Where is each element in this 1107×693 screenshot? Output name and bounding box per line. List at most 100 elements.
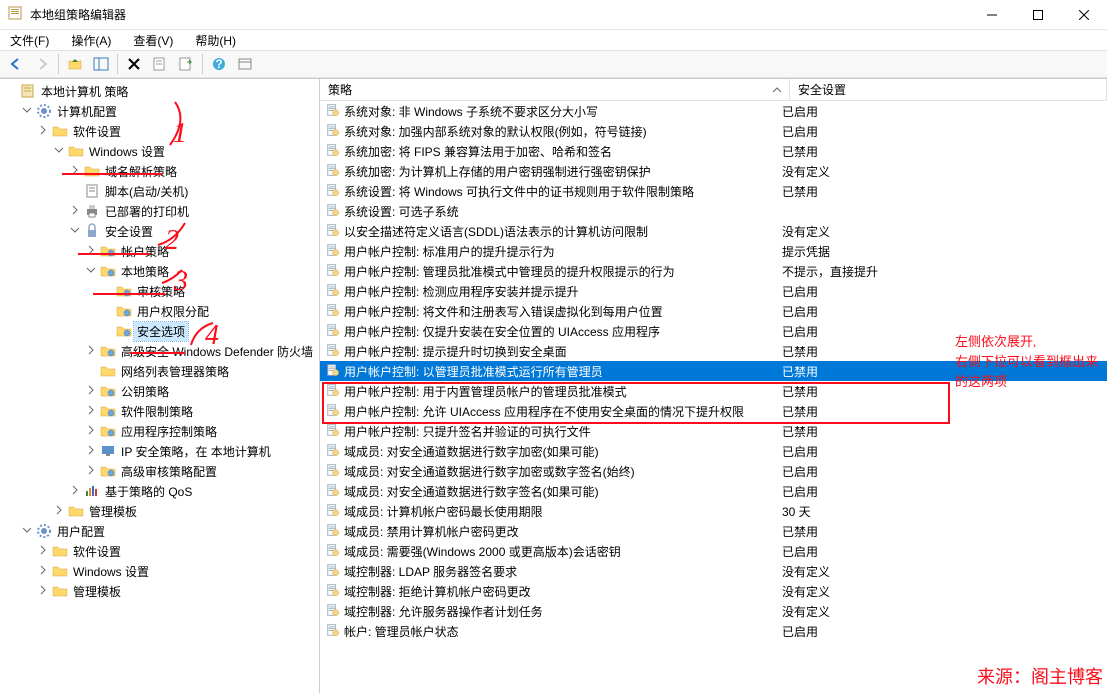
tree-node[interactable]: 域名解析策略 [0, 161, 319, 181]
policy-row[interactable]: 域成员: 禁用计算机帐户密码更改已禁用 [320, 521, 1107, 541]
policy-row[interactable]: 系统加密: 为计算机上存储的用户密钥强制进行强密钥保护没有定义 [320, 161, 1107, 181]
back-button[interactable] [4, 52, 28, 76]
list-body[interactable]: 系统对象: 非 Windows 子系统不要求区分大小写已启用系统对象: 加强内部… [320, 101, 1107, 693]
tree-node[interactable]: 高级审核策略配置 [0, 461, 319, 481]
tree-node[interactable]: 安全选项 [0, 321, 319, 341]
expand-toggle[interactable] [36, 565, 50, 578]
expand-toggle[interactable] [84, 465, 98, 478]
expand-toggle[interactable] [84, 405, 98, 418]
policy-row[interactable]: 域控制器: 拒绝计算机帐户密码更改没有定义 [320, 581, 1107, 601]
policy-row[interactable]: 用户帐户控制: 将文件和注册表写入错误虚拟化到每用户位置已启用 [320, 301, 1107, 321]
policy-row[interactable]: 域控制器: 允许服务器操作者计划任务没有定义 [320, 601, 1107, 621]
tree-node[interactable]: 本地计算机 策略 [0, 81, 319, 101]
policy-row[interactable]: 域控制器: LDAP 服务器签名要求没有定义 [320, 561, 1107, 581]
tree-node[interactable]: 网络列表管理器策略 [0, 361, 319, 381]
forward-button[interactable] [30, 52, 54, 76]
tree-node[interactable]: 计算机配置 [0, 101, 319, 121]
policy-row[interactable]: 用户帐户控制: 用于内置管理员帐户的管理员批准模式已禁用 [320, 381, 1107, 401]
expand-toggle[interactable] [20, 105, 34, 118]
policy-row[interactable]: 用户帐户控制: 只提升签名并验证的可执行文件已禁用 [320, 421, 1107, 441]
policy-row[interactable]: 系统对象: 非 Windows 子系统不要求区分大小写已启用 [320, 101, 1107, 121]
policy-row[interactable]: 域成员: 对安全通道数据进行数字签名(如果可能)已启用 [320, 481, 1107, 501]
tree-node[interactable]: 已部署的打印机 [0, 201, 319, 221]
policy-value: 没有定义 [782, 563, 1101, 580]
expand-toggle[interactable] [36, 585, 50, 598]
menu-action[interactable]: 操作(A) [67, 30, 115, 51]
expand-toggle[interactable] [52, 145, 66, 158]
minimize-button[interactable] [969, 0, 1015, 30]
policy-row[interactable]: 用户帐户控制: 检测应用程序安装并提示提升已启用 [320, 281, 1107, 301]
expand-toggle[interactable] [68, 485, 82, 498]
sort-indicator-icon [773, 86, 781, 94]
policy-row[interactable]: 帐户: 管理员帐户状态已启用 [320, 621, 1107, 641]
policy-value: 已禁用 [782, 423, 1101, 440]
tree-node[interactable]: IP 安全策略，在 本地计算机 [0, 441, 319, 461]
expand-toggle[interactable] [84, 265, 98, 278]
tree-node[interactable]: 审核策略 [0, 281, 319, 301]
tree-node[interactable]: 软件限制策略 [0, 401, 319, 421]
policy-row[interactable]: 系统对象: 加强内部系统对象的默认权限(例如，符号链接)已启用 [320, 121, 1107, 141]
expand-toggle[interactable] [68, 205, 82, 218]
tree-node[interactable]: 管理模板 [0, 581, 319, 601]
policy-row[interactable]: 域成员: 计算机帐户密码最长使用期限30 天 [320, 501, 1107, 521]
tree-node[interactable]: 用户权限分配 [0, 301, 319, 321]
policy-row[interactable]: 用户帐户控制: 允许 UIAccess 应用程序在不使用安全桌面的情况下提升权限… [320, 401, 1107, 421]
close-button[interactable] [1061, 0, 1107, 30]
policy-row[interactable]: 系统设置: 将 Windows 可执行文件中的证书规则用于软件限制策略已禁用 [320, 181, 1107, 201]
expand-toggle[interactable] [68, 165, 82, 178]
tree-node[interactable]: 基于策略的 QoS [0, 481, 319, 501]
expand-toggle[interactable] [20, 525, 34, 538]
expand-toggle[interactable] [84, 245, 98, 258]
help-button[interactable]: ? [207, 52, 231, 76]
menu-file[interactable]: 文件(F) [6, 30, 53, 51]
expand-toggle[interactable] [84, 385, 98, 398]
policy-row[interactable]: 用户帐户控制: 管理员批准模式中管理员的提升权限提示的行为不提示，直接提升 [320, 261, 1107, 281]
tree-node[interactable]: 管理模板 [0, 501, 319, 521]
expand-toggle[interactable] [84, 445, 98, 458]
policy-row[interactable]: 系统设置: 可选子系统 [320, 201, 1107, 221]
tree-node[interactable]: 本地策略 [0, 261, 319, 281]
column-setting[interactable]: 安全设置 [790, 79, 1107, 100]
tree-node[interactable]: 安全设置 [0, 221, 319, 241]
tree-label: 软件限制策略 [118, 402, 196, 421]
tree-label: 已部署的打印机 [102, 202, 192, 221]
menu-help[interactable]: 帮助(H) [191, 30, 240, 51]
tree-node[interactable]: Windows 设置 [0, 141, 319, 161]
expand-toggle[interactable] [68, 225, 82, 238]
export-button[interactable] [174, 52, 198, 76]
policy-row[interactable]: 用户帐户控制: 标准用户的提升提示行为提示凭据 [320, 241, 1107, 261]
policy-row[interactable]: 域成员: 对安全通道数据进行数字加密或数字签名(始终)已启用 [320, 461, 1107, 481]
expand-toggle[interactable] [84, 425, 98, 438]
expand-toggle[interactable] [36, 545, 50, 558]
policy-row[interactable]: 用户帐户控制: 提示提升时切换到安全桌面已禁用 [320, 341, 1107, 361]
menu-view[interactable]: 查看(V) [129, 30, 177, 51]
filter-button[interactable] [233, 52, 257, 76]
column-policy[interactable]: 策略 [320, 79, 790, 100]
policy-row[interactable]: 域成员: 需要强(Windows 2000 或更高版本)会话密钥已启用 [320, 541, 1107, 561]
show-hide-tree-button[interactable] [89, 52, 113, 76]
policy-name: 系统设置: 将 Windows 可执行文件中的证书规则用于软件限制策略 [344, 183, 694, 200]
tree-node[interactable]: 帐户策略 [0, 241, 319, 261]
tree-node[interactable]: 软件设置 [0, 541, 319, 561]
policy-row[interactable]: 域成员: 对安全通道数据进行数字加密(如果可能)已启用 [320, 441, 1107, 461]
expand-toggle[interactable] [36, 125, 50, 138]
policy-row[interactable]: 系统加密: 将 FIPS 兼容算法用于加密、哈希和签名已禁用 [320, 141, 1107, 161]
tree-node[interactable]: Windows 设置 [0, 561, 319, 581]
expand-toggle[interactable] [52, 505, 66, 518]
tree-node[interactable]: 应用程序控制策略 [0, 421, 319, 441]
policy-row[interactable]: 以安全描述符定义语言(SDDL)语法表示的计算机访问限制没有定义 [320, 221, 1107, 241]
delete-button[interactable] [122, 52, 146, 76]
tree-node[interactable]: 高级安全 Windows Defender 防火墙 [0, 341, 319, 361]
tree-node[interactable]: 公钥策略 [0, 381, 319, 401]
tree-label: 软件设置 [70, 122, 124, 141]
tree-node[interactable]: 用户配置 [0, 521, 319, 541]
tree-node[interactable]: 脚本(启动/关机) [0, 181, 319, 201]
policy-row[interactable]: 用户帐户控制: 以管理员批准模式运行所有管理员已禁用 [320, 361, 1107, 381]
maximize-button[interactable] [1015, 0, 1061, 30]
properties-button[interactable] [148, 52, 172, 76]
tree-node[interactable]: 软件设置 [0, 121, 319, 141]
policy-row[interactable]: 用户帐户控制: 仅提升安装在安全位置的 UIAccess 应用程序已启用 [320, 321, 1107, 341]
up-button[interactable] [63, 52, 87, 76]
tree-pane[interactable]: 本地计算机 策略计算机配置软件设置Windows 设置域名解析策略脚本(启动/关… [0, 79, 320, 693]
expand-toggle[interactable] [84, 345, 98, 358]
